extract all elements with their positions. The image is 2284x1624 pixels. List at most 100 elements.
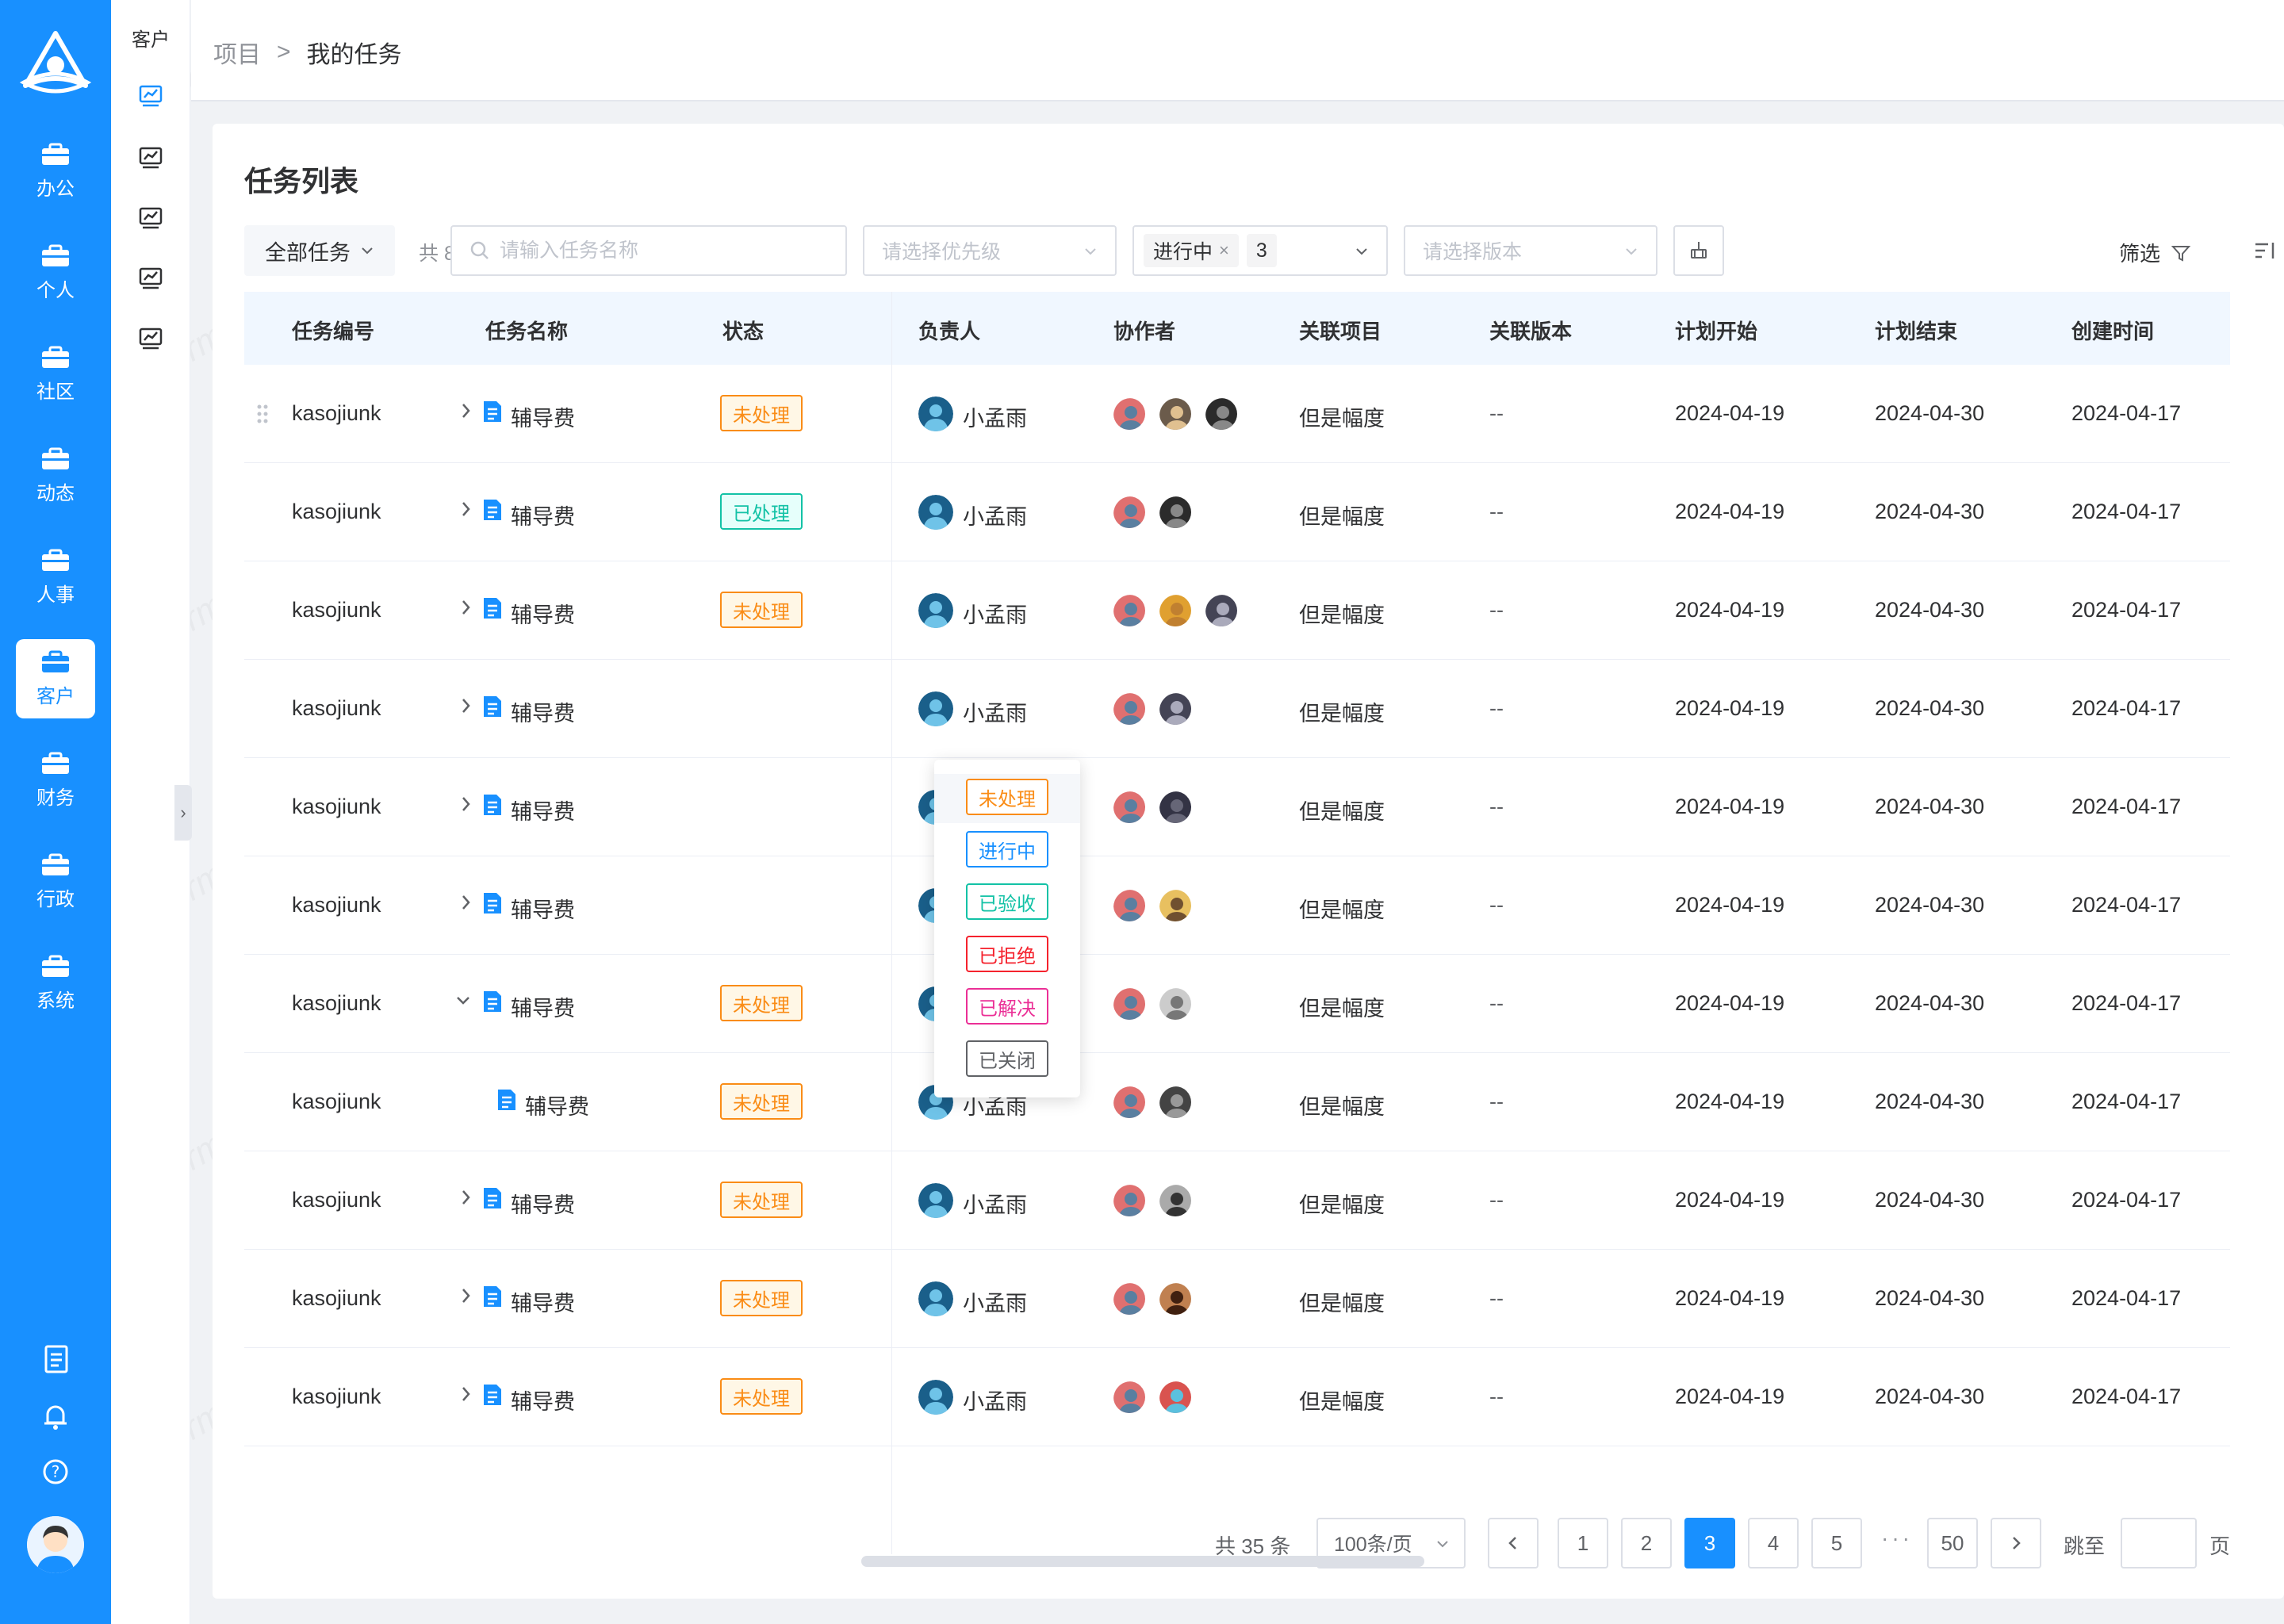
col-plan-start[interactable]: 计划开始 bbox=[1675, 316, 1757, 345]
search-box[interactable] bbox=[450, 225, 847, 276]
project-name[interactable]: 但是幅度 bbox=[1299, 1188, 1385, 1219]
collaborator-avatar[interactable] bbox=[1158, 986, 1193, 1021]
collaborator-avatar[interactable] bbox=[1158, 1380, 1193, 1415]
sort-icon[interactable] bbox=[2252, 238, 2278, 263]
collaborator-avatar[interactable] bbox=[1158, 495, 1193, 530]
sidebar-item-1[interactable]: 个人 bbox=[16, 233, 95, 312]
col-status[interactable]: 状态 bbox=[722, 316, 764, 345]
collaborator-avatar[interactable] bbox=[1158, 790, 1193, 825]
chart-icon[interactable] bbox=[138, 206, 163, 230]
task-name[interactable]: 辅导费 bbox=[511, 500, 575, 530]
collaborator-avatar[interactable] bbox=[1112, 495, 1147, 530]
task-name[interactable]: 辅导费 bbox=[511, 795, 575, 825]
status-badge[interactable]: 已处理 bbox=[720, 493, 803, 530]
sidebar-item-0[interactable]: 办公 bbox=[16, 132, 95, 211]
project-name[interactable]: 但是幅度 bbox=[1299, 1090, 1385, 1120]
page-3[interactable]: 3 bbox=[1684, 1518, 1735, 1568]
task-name[interactable]: 辅导费 bbox=[511, 893, 575, 924]
status-option[interactable]: 未处理 bbox=[966, 779, 1048, 815]
table-row[interactable]: kasojiunk 辅导费 小孟雨 但是幅度 -- 2024-04-19 202… bbox=[244, 758, 2230, 856]
page-5[interactable]: 5 bbox=[1811, 1518, 1862, 1568]
project-name[interactable]: 但是幅度 bbox=[1299, 1385, 1385, 1415]
filter-button[interactable]: 筛选 bbox=[2119, 238, 2192, 267]
collaborator-avatar[interactable] bbox=[1158, 1281, 1193, 1316]
chevron-right-icon[interactable] bbox=[458, 1188, 474, 1207]
owner-avatar[interactable] bbox=[918, 1281, 953, 1316]
status-badge[interactable]: 未处理 bbox=[720, 1182, 803, 1218]
chart-icon[interactable] bbox=[138, 266, 163, 290]
project-name[interactable]: 但是幅度 bbox=[1299, 991, 1385, 1022]
sidebar-item-7[interactable]: 行政 bbox=[16, 842, 95, 921]
owner-avatar[interactable] bbox=[918, 691, 953, 726]
status-option[interactable]: 已关闭 bbox=[966, 1040, 1048, 1077]
breadcrumb-parent[interactable]: 项目 bbox=[213, 35, 261, 70]
status-badge[interactable]: 未处理 bbox=[720, 592, 803, 628]
chevron-right-icon[interactable] bbox=[458, 598, 474, 617]
task-name[interactable]: 辅导费 bbox=[511, 1286, 575, 1317]
sidebar-item-8[interactable]: 系统 bbox=[16, 944, 95, 1023]
col-created[interactable]: 创建时间 bbox=[2071, 316, 2154, 345]
collaborator-avatar[interactable] bbox=[1204, 593, 1239, 628]
collaborator-avatar[interactable] bbox=[1158, 1085, 1193, 1120]
chevron-right-icon[interactable] bbox=[458, 893, 474, 912]
page-size-select[interactable]: 100条/页 bbox=[1316, 1518, 1466, 1568]
jump-page-input[interactable] bbox=[2121, 1518, 2197, 1568]
table-row[interactable]: kasojiunk 辅导费 未处理 小孟雨 但是幅度 -- 2024-04-19… bbox=[244, 955, 2230, 1053]
status-badge[interactable]: 未处理 bbox=[720, 1280, 803, 1316]
collaborator-avatar[interactable] bbox=[1158, 691, 1193, 726]
collaborator-avatar[interactable] bbox=[1112, 396, 1147, 431]
table-row[interactable]: kasojiunk 辅导费 小孟雨 但是幅度 -- 2024-04-19 202… bbox=[244, 856, 2230, 955]
col-plan-end[interactable]: 计划结束 bbox=[1875, 316, 1957, 345]
chevron-right-icon[interactable] bbox=[458, 795, 474, 814]
collaborator-avatar[interactable] bbox=[1112, 790, 1147, 825]
status-badge[interactable]: 未处理 bbox=[720, 985, 803, 1021]
drag-handle-icon[interactable] bbox=[255, 403, 270, 425]
sidebar-item-3[interactable]: 动态 bbox=[16, 436, 95, 515]
owner-avatar[interactable] bbox=[918, 1183, 953, 1218]
status-badge[interactable]: 未处理 bbox=[720, 1083, 803, 1120]
chevron-right-icon[interactable] bbox=[458, 401, 474, 420]
task-name[interactable]: 辅导费 bbox=[511, 1188, 575, 1219]
task-name[interactable]: 辅导费 bbox=[525, 1090, 589, 1120]
collaborator-avatar[interactable] bbox=[1112, 593, 1147, 628]
col-task-name[interactable]: 任务名称 bbox=[485, 316, 568, 345]
owner-avatar[interactable] bbox=[918, 1380, 953, 1415]
status-option[interactable]: 进行中 bbox=[966, 831, 1048, 868]
chart-icon[interactable] bbox=[138, 146, 163, 170]
version-select[interactable]: 请选择版本 bbox=[1404, 225, 1657, 276]
collapse-toggle[interactable]: › bbox=[174, 785, 192, 841]
table-row[interactable]: kasojiunk 辅导费 未处理 小孟雨 但是幅度 -- 2024-04-19… bbox=[244, 1151, 2230, 1250]
prev-page-button[interactable] bbox=[1488, 1518, 1539, 1568]
collaborator-avatar[interactable] bbox=[1112, 691, 1147, 726]
chevron-right-icon[interactable] bbox=[458, 696, 474, 715]
priority-select[interactable]: 请选择优先级 bbox=[863, 225, 1117, 276]
table-row[interactable]: kasojiunk 辅导费 小孟雨 但是幅度 -- 2024-04-19 202… bbox=[244, 660, 2230, 758]
owner-avatar[interactable] bbox=[918, 593, 953, 628]
task-name[interactable]: 辅导费 bbox=[511, 401, 575, 432]
chevron-down-icon[interactable] bbox=[455, 991, 471, 1010]
project-name[interactable]: 但是幅度 bbox=[1299, 795, 1385, 825]
collaborator-avatar[interactable] bbox=[1112, 1281, 1147, 1316]
status-badge[interactable]: 未处理 bbox=[720, 1378, 803, 1415]
table-row[interactable]: kasojiunk 辅导费 已处理 小孟雨 但是幅度 -- 2024-04-19… bbox=[244, 463, 2230, 561]
page-last[interactable]: 50 bbox=[1927, 1518, 1978, 1568]
table-row[interactable]: kasojiunk 辅导费 未处理 小孟雨 但是幅度 -- 2024-04-19… bbox=[244, 1250, 2230, 1348]
collaborator-avatar[interactable] bbox=[1112, 1183, 1147, 1218]
chevron-right-icon[interactable] bbox=[458, 500, 474, 519]
sidebar-item-6[interactable]: 财务 bbox=[16, 741, 95, 820]
notes-icon[interactable] bbox=[36, 1340, 75, 1378]
collaborator-avatar[interactable] bbox=[1204, 396, 1239, 431]
clear-button[interactable] bbox=[1673, 225, 1724, 276]
collaborator-avatar[interactable] bbox=[1112, 1380, 1147, 1415]
collaborator-avatar[interactable] bbox=[1158, 593, 1193, 628]
help-icon[interactable]: ? bbox=[36, 1453, 75, 1491]
next-page-button[interactable] bbox=[1991, 1518, 2041, 1568]
owner-avatar[interactable] bbox=[918, 495, 953, 530]
project-name[interactable]: 但是幅度 bbox=[1299, 598, 1385, 629]
project-name[interactable]: 但是幅度 bbox=[1299, 401, 1385, 432]
table-row[interactable]: kasojiunk 辅导费 未处理 小孟雨 但是幅度 -- 2024-04-19… bbox=[244, 1348, 2230, 1446]
pagination-ellipsis[interactable]: ··· bbox=[1881, 1526, 1913, 1551]
status-option[interactable]: 已解决 bbox=[966, 988, 1048, 1025]
collaborator-avatar[interactable] bbox=[1112, 888, 1147, 923]
table-row[interactable]: kasojiunk 辅导费 未处理 小孟雨 但是幅度 -- 2024-04-19… bbox=[244, 561, 2230, 660]
